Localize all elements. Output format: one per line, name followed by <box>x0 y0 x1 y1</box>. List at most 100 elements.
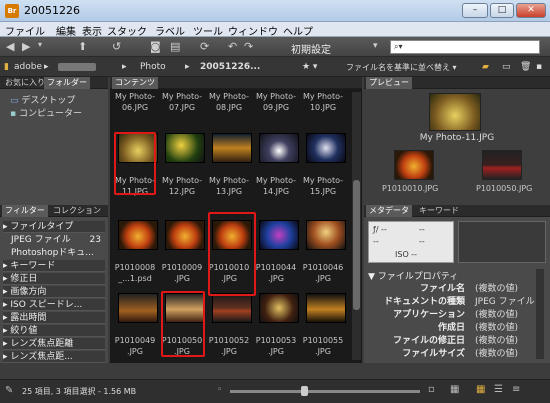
camera-data-box: ƒ/ -- -- -- -- ISO -- <box>368 221 454 263</box>
review-icon[interactable]: ▤ <box>170 40 180 53</box>
grid-lock-icon[interactable]: ▦ <box>450 384 459 395</box>
filter-panel: フィルター コレクション ▸ ファイルタイプ JPEG ファイル 23 Photosh… <box>0 205 108 363</box>
view-thumbnails-icon[interactable]: ▦ <box>476 384 485 395</box>
metadata-row: ドキュメントの種類 JPEG ファイル <box>367 296 547 308</box>
tab-metadata[interactable]: メタデータ <box>366 205 412 217</box>
zoom-out-icon[interactable]: ◦ <box>217 385 222 395</box>
menu-help[interactable]: ヘルプ <box>283 23 313 38</box>
preview-caption-secondary: P1010010.JPG <box>382 184 439 193</box>
close-button[interactable]: ✕ <box>516 3 546 18</box>
menu-edit[interactable]: 編集 <box>56 23 76 38</box>
filter-category[interactable]: ▸ ISO スピードレ... <box>3 299 105 311</box>
menu-window[interactable]: ウィンドウ <box>228 23 278 38</box>
preview-image-tertiary[interactable] <box>482 150 522 180</box>
new-folder-icon[interactable]: ▰ <box>482 62 489 72</box>
thumbnail-image[interactable] <box>165 133 205 163</box>
thumbnail-caption: P1010044 .JPG <box>255 263 297 283</box>
thumbnail-image[interactable] <box>118 293 158 323</box>
redacted-path-item[interactable] <box>58 63 96 71</box>
filter-category[interactable]: ▸ 絞り値 <box>3 325 105 337</box>
thumbnail-image[interactable] <box>259 293 299 323</box>
camera-icon[interactable]: ◙ <box>150 40 161 53</box>
thumbnail-caption: My Photo- 14.JPG <box>255 176 297 196</box>
path-item-current[interactable]: 20051226... <box>200 62 260 72</box>
file-properties-section[interactable]: ▼ ファイルプロパティ <box>368 269 458 282</box>
menu-view[interactable]: 表示 <box>82 23 102 38</box>
history-dropdown-icon[interactable]: ▾ <box>38 40 42 49</box>
filter-rating-icon[interactable]: ★ ▾ <box>302 62 317 72</box>
status-text: 25 項目, 3 項目選択 - 1.56 MB <box>22 387 137 396</box>
maximize-button[interactable]: □ <box>490 3 514 18</box>
thumbnail-size-slider[interactable] <box>230 390 420 393</box>
path-item-adobe[interactable]: adobe <box>14 62 42 72</box>
filter-option[interactable]: JPEG ファイル 23 <box>3 234 105 246</box>
menu-label[interactable]: ラベル <box>155 23 185 38</box>
tree-item-desktop[interactable]: ▭ デスクトップ <box>10 93 75 106</box>
thumbnail-size-slider-knob[interactable] <box>301 386 308 396</box>
thumbnail-image[interactable] <box>306 220 346 250</box>
metadata-scrollbar[interactable] <box>536 269 544 359</box>
create-icon[interactable]: ▪ <box>536 62 542 72</box>
boomerang-icon[interactable]: ↺ <box>112 40 121 53</box>
folder-icon: ▮ <box>4 62 9 72</box>
thumbnail-image[interactable] <box>212 133 252 163</box>
thumbnail-image[interactable] <box>165 220 205 250</box>
menu-file[interactable]: ファイル <box>5 23 45 38</box>
tab-collections[interactable]: コレクション <box>50 205 104 217</box>
thumbnail-caption: My Photo- 06.JPG <box>114 92 156 112</box>
filter-category[interactable]: ▸ レンズ焦点距... <box>3 351 105 363</box>
open-recent-icon[interactable]: ▭ <box>502 62 511 72</box>
thumbnail-image[interactable] <box>306 293 346 323</box>
thumbnail-caption: P1010008 _...1.psd <box>114 263 156 283</box>
thumbnail-image[interactable] <box>212 293 252 323</box>
filter-category[interactable]: ▸ ファイルタイプ <box>3 221 105 233</box>
filter-category[interactable]: ▸ キーワード <box>3 260 105 272</box>
filter-category[interactable]: ▸ 修正日 <box>3 273 105 285</box>
filter-category[interactable]: ▸ 画像方向 <box>3 286 105 298</box>
delete-icon[interactable]: 🗑 <box>520 62 531 72</box>
menu-stack[interactable]: スタック <box>107 23 147 38</box>
tab-folders[interactable]: フォルダー <box>44 77 90 89</box>
back-icon[interactable]: ◀ <box>6 40 14 53</box>
forward-icon[interactable]: ▶ <box>22 40 30 53</box>
rotate-left-icon[interactable]: ↶ <box>228 40 237 53</box>
thumbnail-image[interactable] <box>118 220 158 250</box>
thumbnail-image[interactable] <box>259 220 299 250</box>
rotate-right-icon[interactable]: ↷ <box>244 40 253 53</box>
view-details-icon[interactable]: ☰ <box>494 384 503 395</box>
view-list-icon[interactable]: ≡ <box>512 384 520 395</box>
go-up-icon[interactable]: ⬆ <box>78 40 87 53</box>
path-item-photo[interactable]: Photo <box>140 62 166 72</box>
zoom-in-icon[interactable]: ▫ <box>428 384 435 395</box>
filter-label: ISO スピードレ... <box>10 300 83 310</box>
tab-favorites[interactable]: お気に入り <box>2 77 48 89</box>
filter-category[interactable]: ▸ レンズ焦点距離 <box>3 338 105 350</box>
refine-icon[interactable]: ⟳ <box>200 40 209 53</box>
workspace-dropdown-icon[interactable]: ▾ <box>373 41 378 51</box>
tab-preview[interactable]: プレビュー <box>366 77 412 89</box>
thumbnail-image[interactable] <box>306 133 346 163</box>
path-separator[interactable]: ▸ <box>122 62 127 72</box>
preview-panel: プレビュー My Photo-11.JPG P1010010.JPG P1010… <box>364 77 550 205</box>
sort-dropdown[interactable]: ファイル名を基準に並べ替え ▾ <box>346 62 457 73</box>
path-separator[interactable]: ▸ <box>44 62 49 72</box>
tab-content[interactable]: コンテンツ <box>112 77 158 89</box>
preview-image-main[interactable] <box>429 93 481 131</box>
tab-filter[interactable]: フィルター <box>2 205 48 217</box>
tab-keywords[interactable]: キーワード <box>416 205 462 217</box>
minimize-button[interactable]: – <box>462 3 488 18</box>
thumbnail-image[interactable] <box>259 133 299 163</box>
filter-label: レンズ焦点距離 <box>10 339 74 349</box>
pin-icon[interactable]: ✎ <box>5 385 13 396</box>
workspace-label[interactable]: 初期設定 <box>291 41 331 56</box>
path-separator[interactable]: ▸ <box>185 62 190 72</box>
tree-item-computer[interactable]: ▪ コンピューター <box>10 106 82 119</box>
filter-option[interactable]: Photoshopドキュ... <box>3 247 105 259</box>
menu-tools[interactable]: ツール <box>193 23 223 38</box>
filter-category[interactable]: ▸ 露出時間 <box>3 312 105 324</box>
metadata-value: (複数の値) <box>475 323 519 333</box>
search-input[interactable]: ⌕▾ <box>390 40 540 54</box>
content-scrollbar-thumb[interactable] <box>353 180 360 310</box>
metadata-key: ファイル名 <box>419 284 465 294</box>
preview-image-secondary[interactable] <box>394 150 434 180</box>
